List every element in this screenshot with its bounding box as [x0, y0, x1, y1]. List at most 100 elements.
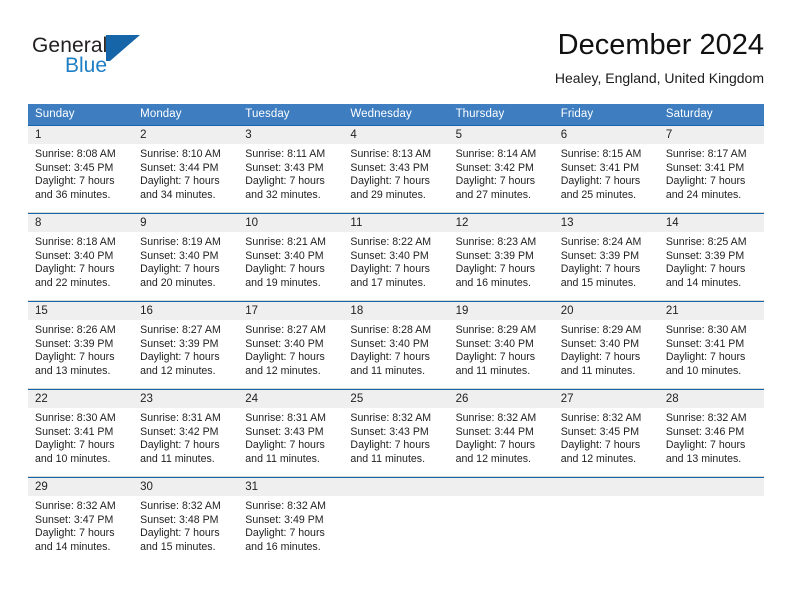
day-cell[interactable]: 21 Sunrise: 8:30 AM Sunset: 3:41 PM Dayl…	[658, 302, 764, 389]
sunset-text: Sunset: 3:39 PM	[35, 337, 114, 350]
day-details: Sunrise: 8:10 AM Sunset: 3:44 PM Dayligh…	[133, 144, 238, 202]
day-cell[interactable]: 5 Sunrise: 8:14 AM Sunset: 3:42 PM Dayli…	[448, 126, 554, 213]
day-number: 1	[28, 126, 134, 144]
day-cell[interactable]: 4 Sunrise: 8:13 AM Sunset: 3:43 PM Dayli…	[343, 126, 449, 213]
day-cell[interactable]: 12 Sunrise: 8:23 AM Sunset: 3:39 PM Dayl…	[448, 214, 554, 301]
sunrise-text: Sunrise: 8:28 AM	[350, 324, 432, 336]
day-cell[interactable]: 17 Sunrise: 8:27 AM Sunset: 3:40 PM Dayl…	[238, 302, 344, 389]
sunrise-text: Sunrise: 8:10 AM	[140, 148, 221, 160]
day-details: Sunrise: 8:30 AM Sunset: 3:41 PM Dayligh…	[28, 408, 133, 466]
daylight-text-line1: Daylight: 7 hours	[245, 439, 325, 452]
sunrise-text: Sunrise: 8:32 AM	[665, 412, 747, 424]
sunset-text: Sunset: 3:42 PM	[455, 161, 534, 174]
day-cell[interactable]: 23 Sunrise: 8:31 AM Sunset: 3:42 PM Dayl…	[133, 390, 239, 477]
day-details: Sunrise: 8:32 AM Sunset: 3:45 PM Dayligh…	[554, 408, 659, 466]
daylight-text-line1: Daylight: 7 hours	[140, 527, 220, 540]
day-cell[interactable]: 7 Sunrise: 8:17 AM Sunset: 3:41 PM Dayli…	[658, 126, 764, 213]
day-cell[interactable]: 18 Sunrise: 8:28 AM Sunset: 3:40 PM Dayl…	[343, 302, 449, 389]
cell-divider	[448, 388, 554, 389]
day-cell[interactable]: 14 Sunrise: 8:25 AM Sunset: 3:39 PM Dayl…	[658, 214, 764, 301]
sunset-text: Sunset: 3:46 PM	[665, 425, 745, 438]
day-cell[interactable]: 19 Sunrise: 8:29 AM Sunset: 3:40 PM Dayl…	[448, 302, 554, 389]
sunrise-text: Sunrise: 8:32 AM	[245, 500, 326, 512]
day-cell[interactable]: 2 Sunrise: 8:10 AM Sunset: 3:44 PM Dayli…	[133, 126, 239, 213]
day-cell[interactable]: 26 Sunrise: 8:32 AM Sunset: 3:44 PM Dayl…	[448, 390, 554, 477]
daylight-text-line1: Daylight: 7 hours	[560, 351, 641, 364]
day-cell[interactable]: 10 Sunrise: 8:21 AM Sunset: 3:40 PM Dayl…	[238, 214, 344, 301]
day-cell[interactable]: 28 Sunrise: 8:32 AM Sunset: 3:46 PM Dayl…	[658, 390, 764, 477]
cell-divider	[658, 388, 764, 389]
day-cell[interactable]: 31 Sunrise: 8:32 AM Sunset: 3:49 PM Dayl…	[238, 478, 344, 562]
daylight-text-line1: Daylight: 7 hours	[350, 351, 430, 364]
day-number: 7	[658, 126, 764, 144]
daylight-text-line1: Daylight: 7 hours	[245, 175, 325, 188]
sunrise-text: Sunrise: 8:19 AM	[140, 236, 221, 248]
day-cell[interactable]: 9 Sunrise: 8:19 AM Sunset: 3:40 PM Dayli…	[133, 214, 239, 301]
day-cell[interactable]: 20 Sunrise: 8:29 AM Sunset: 3:40 PM Dayl…	[553, 302, 659, 389]
day-number: 28	[658, 390, 764, 408]
day-cell[interactable]: 29 Sunrise: 8:32 AM Sunset: 3:47 PM Dayl…	[28, 478, 134, 562]
cell-divider	[553, 388, 659, 389]
triangle-flag-icon	[106, 35, 140, 61]
sunset-text: Sunset: 3:41 PM	[560, 161, 640, 174]
day-cell[interactable]: 6 Sunrise: 8:15 AM Sunset: 3:41 PM Dayli…	[553, 126, 659, 213]
day-cell[interactable]: 22 Sunrise: 8:30 AM Sunset: 3:41 PM Dayl…	[28, 390, 134, 477]
cell-divider	[343, 212, 449, 213]
daylight-text-line1: Daylight: 7 hours	[140, 175, 220, 188]
daylight-text-line2: and 14 minutes.	[665, 276, 742, 289]
weekday-header-wednesday: Wednesday	[350, 108, 412, 120]
sunset-text: Sunset: 3:40 PM	[455, 337, 534, 350]
day-number: 2	[133, 126, 239, 144]
day-cell[interactable]: 11 Sunrise: 8:22 AM Sunset: 3:40 PM Dayl…	[343, 214, 449, 301]
daylight-text-line2: and 20 minutes.	[140, 276, 216, 289]
daylight-text-line1: Daylight: 7 hours	[350, 175, 430, 188]
day-details: Sunrise: 8:28 AM Sunset: 3:40 PM Dayligh…	[343, 320, 448, 378]
daylight-text-line2: and 12 minutes.	[140, 364, 216, 377]
calendar-page: General Blue December 2024 Healey, Engla…	[0, 0, 792, 612]
day-cell[interactable]: 3 Sunrise: 8:11 AM Sunset: 3:43 PM Dayli…	[238, 126, 344, 213]
day-number: 10	[238, 214, 344, 232]
sunset-text: Sunset: 3:43 PM	[350, 161, 429, 174]
sunset-text: Sunset: 3:40 PM	[560, 337, 640, 350]
weekday-header-thursday: Thursday	[455, 108, 505, 120]
day-cell[interactable]: 16 Sunrise: 8:27 AM Sunset: 3:39 PM Dayl…	[133, 302, 239, 389]
cell-divider	[343, 388, 449, 389]
sunset-text: Sunset: 3:42 PM	[140, 425, 219, 438]
day-number: 23	[133, 390, 239, 408]
day-details: Sunrise: 8:25 AM Sunset: 3:39 PM Dayligh…	[659, 232, 764, 290]
cell-divider	[238, 300, 344, 301]
day-number: 15	[28, 302, 134, 320]
day-details: Sunrise: 8:32 AM Sunset: 3:48 PM Dayligh…	[133, 496, 238, 554]
sunrise-text: Sunrise: 8:32 AM	[350, 412, 432, 424]
cell-divider	[238, 212, 344, 213]
day-cell[interactable]: 15 Sunrise: 8:26 AM Sunset: 3:39 PM Dayl…	[28, 302, 134, 389]
day-cell-empty	[553, 478, 659, 562]
day-cell[interactable]: 13 Sunrise: 8:24 AM Sunset: 3:39 PM Dayl…	[553, 214, 659, 301]
cell-divider	[553, 300, 659, 301]
sunset-text: Sunset: 3:40 PM	[140, 249, 219, 262]
day-cell[interactable]: 30 Sunrise: 8:32 AM Sunset: 3:48 PM Dayl…	[133, 478, 239, 562]
daylight-text-line2: and 19 minutes.	[245, 276, 321, 289]
daylight-text-line2: and 12 minutes.	[245, 364, 321, 377]
sunrise-text: Sunrise: 8:11 AM	[245, 148, 326, 160]
day-details: Sunrise: 8:08 AM Sunset: 3:45 PM Dayligh…	[28, 144, 133, 202]
sunset-text: Sunset: 3:40 PM	[245, 337, 324, 350]
general-blue-logo[interactable]: General Blue	[32, 34, 232, 92]
day-cell[interactable]: 25 Sunrise: 8:32 AM Sunset: 3:43 PM Dayl…	[343, 390, 449, 477]
daylight-text-line2: and 22 minutes.	[35, 276, 111, 289]
day-details	[659, 496, 764, 500]
day-cell[interactable]: 1 Sunrise: 8:08 AM Sunset: 3:45 PM Dayli…	[28, 126, 134, 213]
daylight-text-line2: and 14 minutes.	[35, 540, 111, 553]
cell-divider	[658, 476, 764, 477]
daylight-text-line1: Daylight: 7 hours	[35, 527, 115, 540]
sunset-text: Sunset: 3:45 PM	[35, 161, 114, 174]
day-number	[658, 478, 764, 496]
day-cell[interactable]: 27 Sunrise: 8:32 AM Sunset: 3:45 PM Dayl…	[553, 390, 659, 477]
day-cell[interactable]: 24 Sunrise: 8:31 AM Sunset: 3:43 PM Dayl…	[238, 390, 344, 477]
sunrise-text: Sunrise: 8:32 AM	[560, 412, 642, 424]
sunset-text: Sunset: 3:48 PM	[140, 513, 219, 526]
sunset-text: Sunset: 3:40 PM	[35, 249, 114, 262]
day-cell[interactable]: 8 Sunrise: 8:18 AM Sunset: 3:40 PM Dayli…	[28, 214, 134, 301]
day-details	[343, 496, 448, 500]
day-details: Sunrise: 8:30 AM Sunset: 3:41 PM Dayligh…	[659, 320, 764, 378]
